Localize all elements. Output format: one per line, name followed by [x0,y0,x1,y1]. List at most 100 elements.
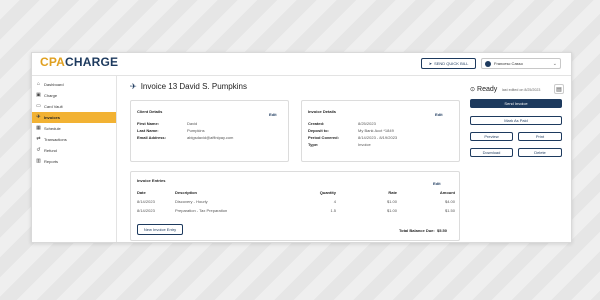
sidebar-item-refund[interactable]: ↺ Refund [32,145,116,156]
col-description: Description [175,190,198,195]
user-menu[interactable]: Francesc Casso ⌄ [481,58,561,69]
first-name-label: First Name: [137,121,160,126]
client-edit-link[interactable]: Edit [269,112,277,117]
paper-plane-icon: ✈ [130,82,137,91]
download-button[interactable]: Download [470,148,513,157]
deposit-label: Deposit to: [308,128,329,133]
sidebar: ⌂ Dashboard ▣ Charge ▭ Card Vault ✈ Invo… [32,76,117,242]
period-label: Period Covered: [308,135,339,140]
row-quantity: 4 [333,199,336,204]
period-value: 8/14/2023 - 8/19/2023 [358,135,398,140]
last-name-label: Last Name: [137,128,159,133]
sidebar-item-schedule[interactable]: ▦ Schedule [32,123,116,134]
entries-edit-link[interactable]: Edit [433,181,441,186]
type-value: Invoice [358,142,371,147]
chevron-down-icon: ⌄ [552,60,557,67]
row-quantity: 1.5 [330,208,336,213]
client-details-title: Client Details [137,109,163,114]
charge-icon: ▣ [36,92,41,98]
row-description: Preparation - Tax Preparation [175,208,228,213]
transfer-icon: ⇄ [36,136,41,142]
row-rate: $1.00 [386,208,397,213]
print-label: Print [535,134,545,139]
download-label: Download [482,150,501,155]
sidebar-item-dashboard[interactable]: ⌂ Dashboard [32,79,116,90]
logo-cpa: CPA [40,55,66,69]
client-details-card: Client Details Edit First Name: David La… [130,100,289,162]
deposit-value: My Bank Acct *1849 [358,128,394,133]
refund-icon: ↺ [36,147,41,153]
invoice-details-edit-link[interactable]: Edit [435,112,443,117]
send-invoice-button[interactable]: Send Invoice [470,99,562,108]
home-icon: ⌂ [36,81,41,87]
sidebar-item-label: Schedule [44,126,61,131]
created-value: 8/25/2023 [358,121,376,126]
new-invoice-entry-button[interactable]: New Invoice Entry [137,224,183,235]
row-date: 8/14/2023 [137,199,155,204]
check-circle-icon: ⊙ [470,87,476,93]
invoice-entries-title: Invoice Entries [137,178,166,183]
page-title: ✈ Invoice 13 David S. Pumpkins [130,82,247,91]
type-label: Type: [308,142,319,147]
delete-label: Delete [534,150,546,155]
row-date: 8/14/2023 [137,208,155,213]
page-title-text: Invoice 13 David S. Pumpkins [140,82,247,91]
invoice-icon: ✈ [36,114,41,120]
print-button[interactable]: Print [518,132,562,141]
col-amount: Amount [439,190,455,195]
preview-button[interactable]: Preview [470,132,513,141]
created-label: Created: [308,121,325,126]
sidebar-item-label: Invoices [44,115,61,120]
entries-table: Date Description Quantity Rate Amount 8/… [137,190,455,217]
card-icon: ▭ [36,103,41,109]
row-rate: $1.00 [386,199,397,204]
status-label: Ready [477,86,498,93]
send-quick-bill-label: SEND QUICK BILL [434,61,469,66]
invoice-details-card: Invoice Details Edit Created: 8/25/2023 … [301,100,460,162]
sidebar-item-invoices[interactable]: ✈ Invoices [32,112,116,123]
send-quick-bill-button[interactable]: ➤ SEND QUICK BILL [421,58,476,69]
delete-button[interactable]: Delete [518,148,562,157]
app-window: CPACHARGE ➤ SEND QUICK BILL Francesc Cas… [31,52,572,243]
preview-label: Preview [484,134,499,139]
mark-as-paid-button[interactable]: Mark As Paid [470,116,562,125]
user-name: Francesc Casso [494,61,523,66]
invoice-details-title: Invoice Details [308,109,337,114]
first-name-value: David [187,121,198,126]
table-row[interactable]: 8/14/2023 Discovery - Hourly 4 $1.00 $4.… [137,199,455,208]
sidebar-item-card-vault[interactable]: ▭ Card Vault [32,101,116,112]
last-edited-text: last edited on 8/25/2023 [502,88,541,92]
table-header: Date Description Quantity Rate Amount [137,190,455,199]
sidebar-item-reports[interactable]: ▥ Reports [32,156,116,167]
balance-value: $5.50 [437,228,448,233]
send-invoice-label: Send Invoice [504,101,528,106]
sidebar-item-label: Reports [44,159,59,164]
sidebar-item-label: Card Vault [44,104,63,109]
table-row[interactable]: 8/14/2023 Preparation - Tax Preparation … [137,208,455,217]
calendar-icon: ▦ [36,125,41,131]
sidebar-item-charge[interactable]: ▣ Charge [32,90,116,101]
document-icon[interactable]: ▤ [554,84,564,94]
email-value: abigsdavid@affinipay.com [187,135,234,140]
invoice-entries-card: Invoice Entries Edit Date Description Qu… [130,171,460,241]
new-invoice-entry-label: New Invoice Entry [143,227,177,232]
sidebar-item-label: Refund [44,148,57,153]
col-date: Date [137,190,146,195]
row-amount: $4.00 [444,199,455,204]
col-rate: Rate [388,190,397,195]
mark-as-paid-label: Mark As Paid [504,118,528,123]
email-label: Email Address: [137,135,166,140]
row-amount: $1.50 [444,208,455,213]
col-quantity: Quantity [319,190,336,195]
logo[interactable]: CPACHARGE [40,56,118,69]
avatar [485,60,491,67]
sidebar-item-transactions[interactable]: ⇄ Transactions [32,134,116,145]
top-bar: CPACHARGE ➤ SEND QUICK BILL Francesc Cas… [32,53,571,76]
sidebar-item-label: Dashboard [44,82,64,87]
logo-charge: CHARGE [65,55,119,69]
sidebar-item-label: Charge [44,93,58,98]
row-description: Discovery - Hourly [175,199,208,204]
send-icon: ➤ [428,61,433,66]
last-name-value: Pumpkins [187,128,205,133]
chart-icon: ▥ [36,158,41,164]
